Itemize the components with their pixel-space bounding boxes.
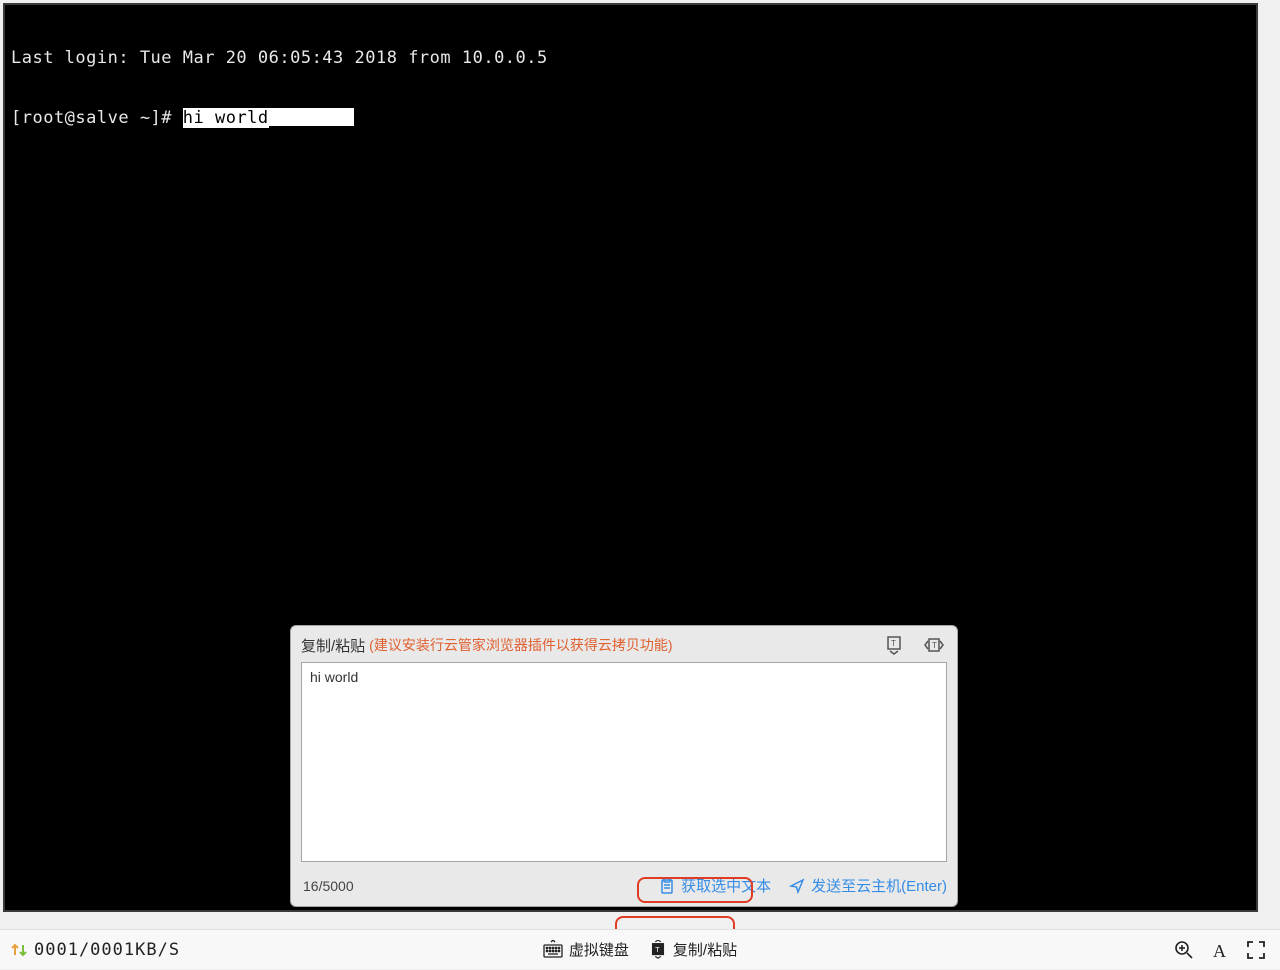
char-counter: 16/5000 [303, 878, 354, 894]
fullscreen-button[interactable] [1242, 936, 1270, 964]
panel-hint: (建议安装行云管家浏览器插件以获得云拷贝功能) [369, 635, 672, 655]
network-speed: 0001/0001KB/S [34, 940, 180, 960]
terminal-typed-text: hi world [183, 108, 269, 128]
network-arrows-icon [10, 941, 28, 959]
status-bar: 0001/0001KB/S 虚拟键盘 T 复制/粘贴 [0, 929, 1280, 969]
keyboard-icon [543, 940, 563, 960]
magnifier-plus-icon [1174, 940, 1194, 960]
copy-paste-panel-header: 复制/粘贴 (建议安装行云管家浏览器插件以获得云拷贝功能) T T [291, 626, 957, 662]
svg-text:T: T [891, 639, 896, 648]
zoom-in-button[interactable] [1170, 936, 1198, 964]
paste-horizontal-icon[interactable]: T [923, 634, 945, 656]
send-to-host-label: 发送至云主机(Enter) [811, 875, 947, 896]
terminal-prompt: [root@salve ~]# [11, 108, 183, 128]
copy-paste-label: 复制/粘贴 [673, 939, 737, 960]
virtual-keyboard-label: 虚拟键盘 [569, 939, 629, 960]
get-selected-text-button[interactable]: 获取选中文本 [659, 875, 771, 896]
font-a-icon: A [1210, 940, 1230, 960]
get-selected-text-label: 获取选中文本 [681, 875, 771, 896]
terminal-prompt-line: [root@salve ~]# hi world [11, 108, 1250, 128]
svg-text:T: T [932, 641, 937, 650]
font-button[interactable]: A [1206, 936, 1234, 964]
copy-paste-button[interactable]: T 复制/粘贴 [649, 939, 737, 960]
paste-down-icon[interactable]: T [883, 634, 905, 656]
clipboard-icon [659, 877, 675, 895]
terminal-output: Last login: Tue Mar 20 06:05:43 2018 fro… [5, 5, 1256, 171]
send-to-host-button[interactable]: 发送至云主机(Enter) [789, 875, 947, 896]
virtual-keyboard-button[interactable]: 虚拟键盘 [543, 939, 629, 960]
svg-text:A: A [1213, 941, 1226, 960]
copy-paste-panel: 复制/粘贴 (建议安装行云管家浏览器插件以获得云拷贝功能) T T 16/500… [290, 625, 958, 907]
panel-footer: 16/5000 获取选中文本 发送至云主机(Enter) [291, 867, 957, 906]
send-icon [789, 878, 805, 894]
svg-text:T: T [655, 944, 660, 953]
terminal-line-lastlogin: Last login: Tue Mar 20 06:05:43 2018 fro… [11, 48, 1250, 68]
fullscreen-icon [1246, 940, 1266, 960]
terminal-cursor-block [269, 108, 354, 126]
panel-title: 复制/粘贴 [301, 635, 365, 656]
clipboard-textarea[interactable] [301, 662, 947, 862]
copy-paste-icon: T [649, 940, 667, 960]
